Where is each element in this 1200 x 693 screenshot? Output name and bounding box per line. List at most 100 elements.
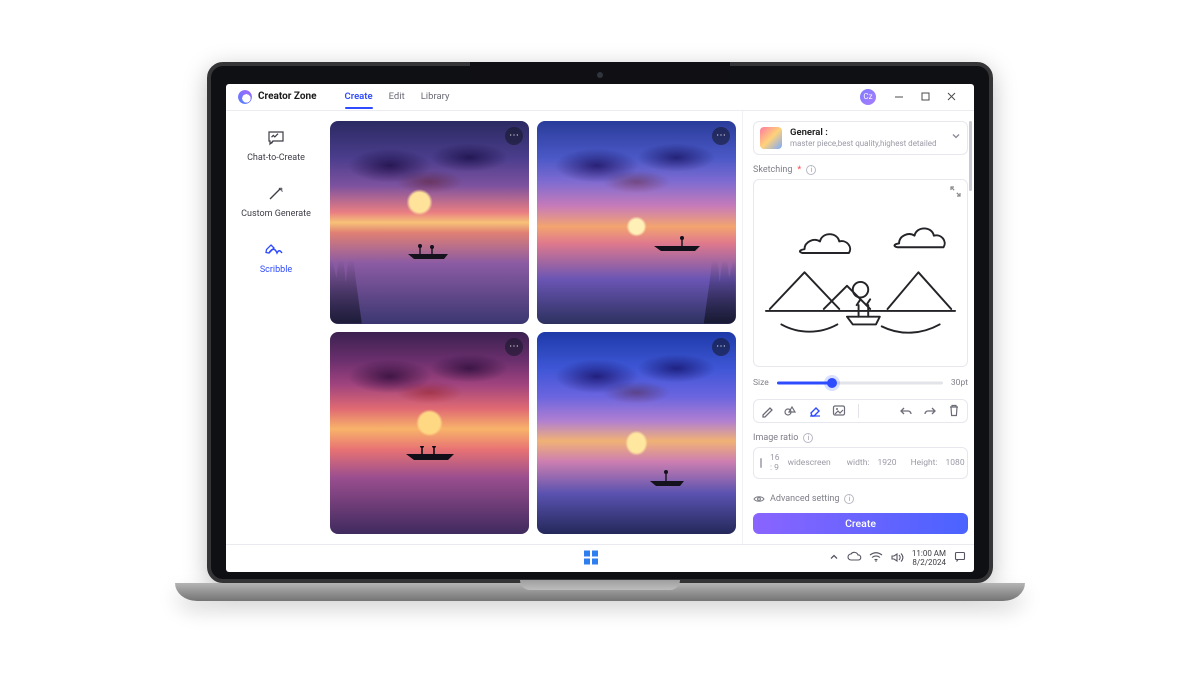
wifi-icon[interactable]: [869, 552, 883, 565]
titlebar: Creator Zone Create Edit Library Cz: [226, 84, 974, 111]
volume-icon[interactable]: [891, 552, 904, 566]
tab-label: Edit: [389, 91, 405, 102]
eraser-icon: [808, 404, 822, 417]
windows-start-icon: [583, 549, 599, 565]
windows-taskbar: 11:00 AM 8/2/2024: [226, 544, 974, 572]
brush-size-slider[interactable]: [777, 375, 943, 391]
window-maximize-button[interactable]: [912, 87, 938, 107]
info-icon[interactable]: i: [803, 433, 813, 443]
info-icon[interactable]: i: [844, 494, 854, 504]
window-minimize-button[interactable]: [886, 87, 912, 107]
chat-icon: [266, 129, 286, 147]
sidenav-chat-to-create[interactable]: Chat-to-Create: [247, 129, 305, 163]
taskbar-center: [583, 549, 617, 568]
style-swatch-icon: [760, 127, 782, 149]
sidenav-scribble[interactable]: Scribble: [260, 241, 292, 275]
panel-scrollbar[interactable]: [969, 121, 972, 535]
settings-panel: General : master piece,best quality,high…: [742, 111, 974, 545]
redo-button[interactable]: [923, 404, 937, 418]
laptop-notch: [470, 62, 730, 84]
undo-icon: [899, 405, 913, 417]
height-value: 1080: [946, 458, 965, 468]
close-icon: [947, 92, 956, 101]
thumbnail-more-button[interactable]: ⋯: [505, 127, 523, 145]
scribble-icon: [266, 241, 286, 259]
pencil-tool[interactable]: [760, 404, 774, 418]
stage: Creator Zone Create Edit Library Cz: [0, 0, 1200, 693]
ratio-name: widescreen: [788, 458, 831, 468]
height-label: Height:: [911, 458, 938, 468]
app-body: Chat-to-Create Custom Generate Scribble: [226, 111, 974, 545]
sketch-canvas[interactable]: [753, 179, 968, 367]
thumbnail-more-button[interactable]: ⋯: [712, 338, 730, 356]
sidenav-label: Custom Generate: [241, 209, 311, 219]
sketch-drawing: [764, 206, 957, 356]
thumbnail-more-button[interactable]: ⋯: [712, 127, 730, 145]
brush-size-label: Size: [753, 378, 769, 388]
eye-icon: [753, 493, 765, 505]
brush-size-value: 30pt: [951, 378, 968, 388]
tab-create[interactable]: Create: [345, 85, 373, 108]
top-tabs: Create Edit Library: [345, 85, 450, 108]
clock-date: 8/2/2024: [912, 559, 946, 567]
screen: Creator Zone Create Edit Library Cz: [226, 84, 974, 572]
advanced-toggle[interactable]: Advanced setting i: [753, 493, 968, 505]
chevron-down-icon: [973, 456, 974, 469]
create-button[interactable]: Create: [753, 513, 968, 535]
maximize-icon: [921, 92, 930, 101]
style-selector[interactable]: General : master piece,best quality,high…: [753, 121, 968, 155]
sidenav-label: Chat-to-Create: [247, 153, 305, 163]
image-tool[interactable]: [832, 404, 846, 418]
tab-library[interactable]: Library: [421, 85, 450, 108]
app-window: Creator Zone Create Edit Library Cz: [226, 84, 974, 544]
tab-edit[interactable]: Edit: [389, 85, 405, 108]
results-gallery: ⋯ ⋯ ⋯ ⋯: [326, 111, 742, 545]
aspect-ratio-icon: [760, 458, 762, 468]
tray-chevron-up-icon[interactable]: [829, 552, 839, 565]
width-label: width:: [847, 458, 870, 468]
pencil-icon: [761, 404, 774, 417]
redo-icon: [923, 405, 937, 417]
trash-icon: [948, 404, 960, 417]
sketching-label: Sketching: [753, 165, 792, 175]
image-ratio-selector[interactable]: 16 : 9 widescreen width: 1920 Height: 10…: [753, 447, 968, 479]
wand-icon: [266, 185, 286, 203]
taskbar-tray: 11:00 AM 8/2/2024: [829, 550, 974, 567]
notifications-icon[interactable]: [954, 551, 966, 566]
info-icon[interactable]: i: [806, 165, 816, 175]
image-icon: [832, 404, 846, 417]
app-name: Creator Zone: [258, 91, 317, 102]
window-close-button[interactable]: [938, 87, 964, 107]
app-logo-icon: [238, 90, 252, 104]
result-thumbnail[interactable]: ⋯: [537, 121, 736, 324]
undo-button[interactable]: [899, 404, 913, 418]
cloud-sync-icon[interactable]: [847, 552, 861, 565]
style-subtitle: master piece,best quality,highest detail…: [790, 139, 937, 148]
tab-label: Create: [345, 91, 373, 102]
avatar-initials: Cz: [863, 92, 872, 101]
start-button[interactable]: [583, 549, 599, 568]
eraser-tool[interactable]: [808, 404, 822, 418]
result-thumbnail[interactable]: ⋯: [537, 332, 736, 535]
required-asterisk: *: [797, 165, 801, 175]
shapes-tool[interactable]: [784, 404, 798, 418]
image-ratio-label: Image ratio: [753, 433, 798, 443]
create-button-label: Create: [845, 517, 876, 530]
shapes-icon: [784, 404, 798, 417]
laptop-base: [175, 583, 1025, 601]
minimize-icon: [894, 92, 904, 102]
style-name: General :: [790, 128, 937, 139]
taskbar-app[interactable]: [611, 554, 617, 564]
result-thumbnail[interactable]: ⋯: [330, 332, 529, 535]
taskbar-clock[interactable]: 11:00 AM 8/2/2024: [912, 550, 946, 567]
width-value: 1920: [877, 458, 896, 468]
sidenav-custom-generate[interactable]: Custom Generate: [241, 185, 311, 219]
expand-icon[interactable]: [950, 186, 961, 200]
brush-size-row: Size 30pt: [753, 375, 968, 391]
thumbnail-more-button[interactable]: ⋯: [505, 338, 523, 356]
result-thumbnail[interactable]: ⋯: [330, 121, 529, 324]
advanced-label: Advanced setting: [770, 494, 839, 504]
user-avatar[interactable]: Cz: [860, 89, 876, 105]
tab-label: Library: [421, 91, 450, 102]
clear-button[interactable]: [947, 404, 961, 418]
